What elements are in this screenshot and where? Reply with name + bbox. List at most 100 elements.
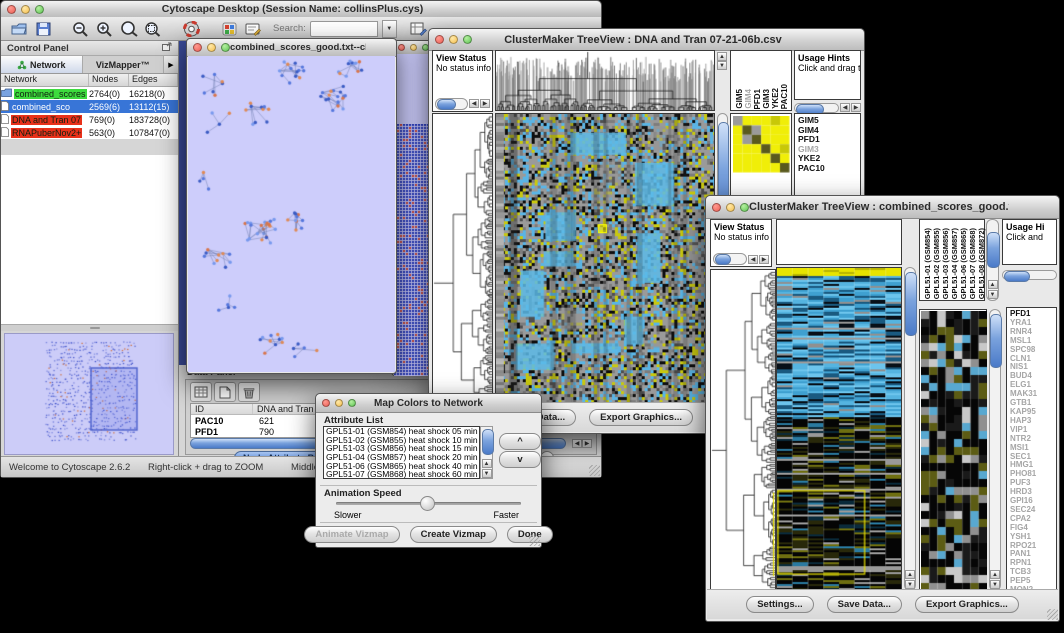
status-hscrollbar[interactable] xyxy=(435,98,468,110)
scroll-down-icon[interactable]: ▼ xyxy=(482,469,492,478)
selection-subheatmap[interactable] xyxy=(921,311,987,591)
network1-canvas[interactable] xyxy=(188,56,395,372)
scroll-right-icon[interactable]: ▶ xyxy=(851,103,861,112)
speed-slider-thumb[interactable] xyxy=(420,496,435,511)
minimize-button[interactable] xyxy=(726,203,735,212)
column-labels-vscrollbar[interactable]: ▲ ▼ xyxy=(986,219,999,301)
row-dendrogram[interactable] xyxy=(432,113,493,403)
minimize-button[interactable] xyxy=(449,35,458,44)
resize-grip[interactable] xyxy=(589,465,600,476)
scroll-down-icon[interactable]: ▼ xyxy=(990,580,1000,589)
row-dendrogram[interactable] xyxy=(710,269,776,591)
delete-attribute-icon[interactable] xyxy=(238,382,260,402)
minimize-button[interactable] xyxy=(335,399,343,407)
column-dendrogram[interactable] xyxy=(495,50,715,111)
minimize-button[interactable] xyxy=(21,5,30,14)
attribute-list-item[interactable]: GPL51-07 (GSM868) heat shock 60 min xyxy=(324,470,479,479)
zoom-fit-icon[interactable] xyxy=(119,19,139,39)
treeview1-titlebar[interactable]: ClusterMaker TreeView : DNA and Tran 07-… xyxy=(429,29,864,51)
scroll-up-icon[interactable]: ▲ xyxy=(990,570,1000,579)
scroll-right-icon[interactable]: ▶ xyxy=(759,255,769,264)
minimize-button[interactable] xyxy=(410,44,417,51)
tv1-export-graphics-button[interactable]: Export Graphics... xyxy=(589,409,693,426)
network-row[interactable]: combined_scores2764(0)16218(0) xyxy=(1,87,178,100)
main-heatmap[interactable] xyxy=(495,113,715,403)
resize-grip[interactable] xyxy=(529,535,540,546)
scroll-up-icon[interactable]: ▲ xyxy=(905,570,915,579)
scroll-down-icon[interactable]: ▼ xyxy=(988,290,998,299)
move-down-button[interactable]: v xyxy=(499,451,541,468)
treeview2-titlebar[interactable]: ClusterMaker TreeView : combined_scores_… xyxy=(706,196,1059,219)
scroll-left-icon[interactable]: ◀ xyxy=(469,99,479,108)
zoom-selected-icon[interactable] xyxy=(143,19,163,39)
zoom-in-icon[interactable] xyxy=(95,19,115,39)
main-titlebar[interactable]: Cytoscape Desktop (Session Name: collins… xyxy=(1,1,601,18)
float-panel-icon[interactable] xyxy=(162,42,172,54)
search-dropdown-arrow[interactable]: ▼ xyxy=(382,20,397,38)
scroll-left-icon[interactable]: ◀ xyxy=(748,255,758,264)
close-button[interactable] xyxy=(322,399,330,407)
resize-grip[interactable] xyxy=(1047,609,1058,620)
scroll-right-icon[interactable]: ▶ xyxy=(582,439,592,448)
annotation-icon[interactable] xyxy=(243,19,263,39)
scroll-right-icon[interactable]: ▶ xyxy=(480,99,490,108)
column-dendrogram-area xyxy=(776,219,902,265)
zoom-button[interactable] xyxy=(348,399,356,407)
dialog-titlebar[interactable]: Map Colors to Network xyxy=(316,394,541,413)
scroll-up-icon[interactable]: ▲ xyxy=(482,459,492,468)
birdseye-view[interactable] xyxy=(4,333,174,455)
move-up-button[interactable]: ^ xyxy=(499,433,541,450)
network-row[interactable]: RNAPuberNov2+563(0)107847(0) xyxy=(1,126,178,139)
tab-vizmapper[interactable]: VizMapper™ xyxy=(83,56,165,73)
usage-hints-panel: Usage Hints Click and drag t xyxy=(794,50,861,100)
zoom-button[interactable] xyxy=(463,35,472,44)
tv2-export-graphics-button[interactable]: Export Graphics... xyxy=(915,596,1019,613)
subheatmap-vscrollbar[interactable]: ▲ ▼ xyxy=(989,309,1001,591)
attribute-list-vscrollbar[interactable]: ▲ ▼ xyxy=(480,426,493,479)
scroll-up-icon[interactable]: ▲ xyxy=(988,280,998,289)
panel-splitter[interactable] xyxy=(1,325,178,331)
scroll-left-icon[interactable]: ◀ xyxy=(840,103,850,112)
close-button[interactable] xyxy=(712,203,721,212)
heatmap-vscrollbar[interactable]: ▲ ▼ xyxy=(904,267,916,591)
close-button[interactable] xyxy=(7,5,16,14)
gene-labels-list: PFD1YRA1RNR4MSL1SPC98CLN1NIS1BUD4ELG1MAK… xyxy=(1006,307,1057,591)
labels-hscrollbar[interactable] xyxy=(1002,269,1057,280)
tab-overflow-arrow[interactable]: ▶ xyxy=(164,56,178,73)
zoom-button[interactable] xyxy=(740,203,749,212)
attribute-list[interactable]: GPL51-01 (GSM854) heat shock 05 minGPL51… xyxy=(323,426,480,479)
network-name: DNA and Tran 07 xyxy=(11,115,82,125)
main-heatmap[interactable] xyxy=(776,267,902,591)
scroll-down-icon[interactable]: ▼ xyxy=(905,580,915,589)
network-name: combined_sco xyxy=(11,102,71,112)
status-hscrollbar[interactable] xyxy=(713,253,747,265)
vizmapper-icon[interactable] xyxy=(219,19,239,39)
close-button[interactable] xyxy=(193,43,202,52)
search-input[interactable] xyxy=(310,21,378,37)
treeview2-buttons: Settings... Save Data... Export Graphics..… xyxy=(707,589,1058,619)
zoom-out-icon[interactable] xyxy=(71,19,91,39)
close-button[interactable] xyxy=(435,35,444,44)
close-button[interactable] xyxy=(398,44,405,51)
open-file-icon[interactable] xyxy=(9,19,29,39)
tab-network[interactable]: Network xyxy=(1,56,83,73)
help-lifering-icon[interactable] xyxy=(181,19,201,39)
scroll-up-icon[interactable]: ▲ xyxy=(717,52,727,61)
network-row[interactable]: DNA and Tran 07769(0)183728(0) xyxy=(1,113,178,126)
attribute-select-icon[interactable] xyxy=(190,382,212,402)
network-tree-area[interactable] xyxy=(1,155,178,325)
scroll-down-icon[interactable]: ▼ xyxy=(717,61,727,70)
selection-subheatmap[interactable] xyxy=(733,116,790,173)
new-attribute-icon[interactable] xyxy=(214,382,236,402)
table-edit-icon[interactable] xyxy=(409,19,429,39)
save-icon[interactable] xyxy=(33,19,53,39)
minimize-button[interactable] xyxy=(207,43,216,52)
scroll-left-icon[interactable]: ◀ xyxy=(572,439,582,448)
network1-titlebar[interactable]: combined_scores_good.txt--cluste... xyxy=(187,39,396,57)
zoom-button[interactable] xyxy=(221,43,230,52)
dialog-create-vizmap-button[interactable]: Create Vizmap xyxy=(410,526,497,543)
zoom-button[interactable] xyxy=(35,5,44,14)
network-row[interactable]: combined_sco2569(6)13112(15) xyxy=(1,100,178,113)
tv2-settings-button[interactable]: Settings... xyxy=(746,596,813,613)
tv2-save-data-button[interactable]: Save Data... xyxy=(827,596,902,613)
